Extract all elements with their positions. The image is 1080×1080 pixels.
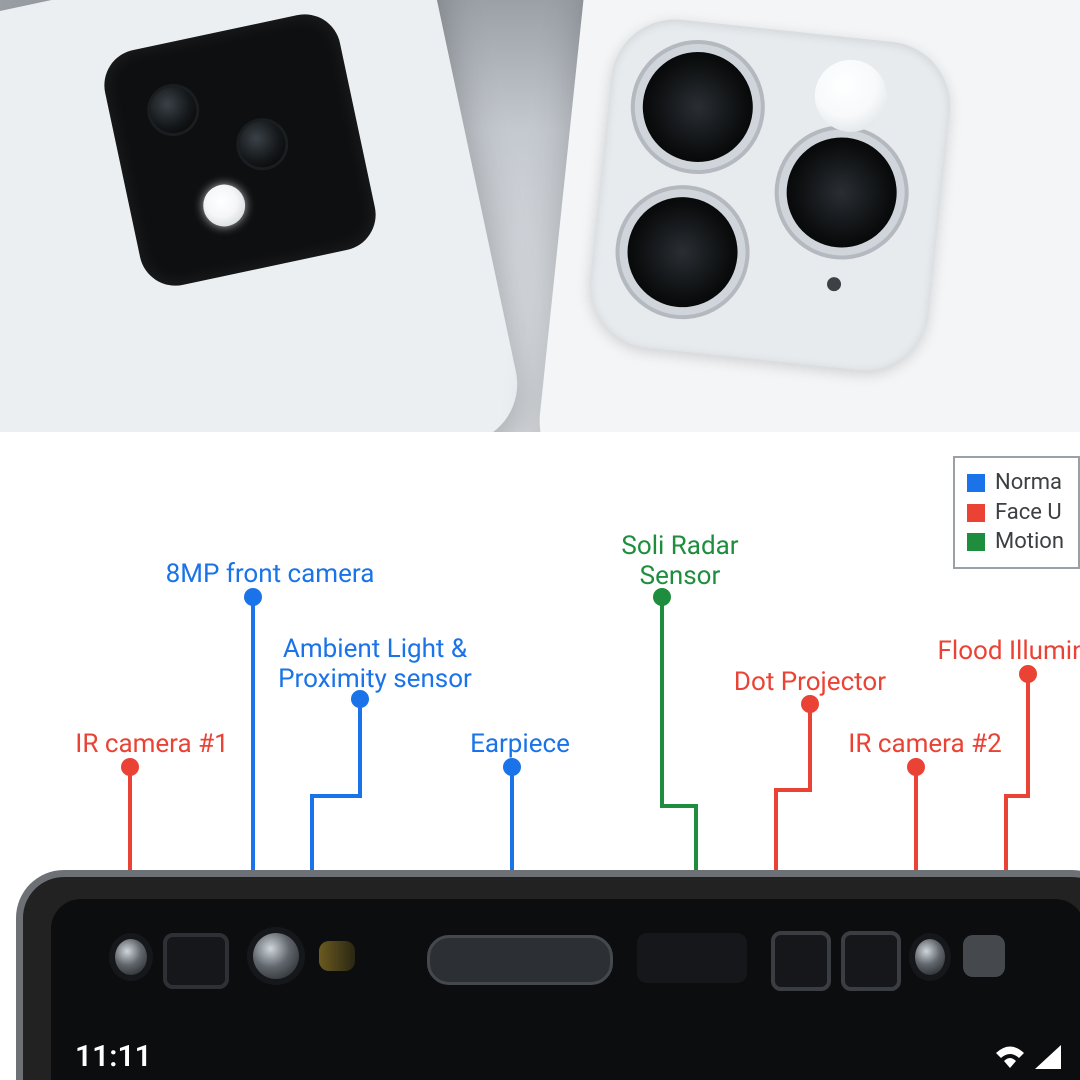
pixel-camera-module <box>98 8 383 293</box>
phone-top-bezel: 11:11 <box>16 870 1080 1080</box>
iphone-camera-module <box>584 13 957 377</box>
status-icons <box>995 1045 1061 1069</box>
leader-soli <box>662 603 696 870</box>
sensor-flood-illuminator <box>963 935 1005 977</box>
sensor-ir2 <box>909 933 951 981</box>
leader-flood <box>1006 680 1028 870</box>
wifi-icon <box>995 1045 1025 1069</box>
callout-soli: Soli RadarSensor <box>590 532 770 592</box>
iphone-lens-3 <box>781 132 902 253</box>
status-time: 11:11 <box>75 1039 152 1074</box>
dot-flood <box>1019 665 1037 683</box>
pixel-lens-2 <box>235 117 290 172</box>
iphone-flash <box>811 56 890 135</box>
iphone-lens-1 <box>637 47 758 168</box>
sensor-cluster-frame <box>841 931 901 991</box>
sensor-ir1-frame <box>163 933 229 989</box>
top-divider <box>0 432 1080 440</box>
pixel-lens-1 <box>146 83 201 138</box>
status-bar: 11:11 <box>75 1039 1061 1074</box>
dot-ir1 <box>121 758 139 776</box>
dot-ir2 <box>907 758 925 776</box>
signal-icon <box>1035 1045 1061 1069</box>
bezel-inner: 11:11 <box>51 899 1080 1080</box>
dot-ear <box>503 758 521 776</box>
iphone-mic <box>826 276 841 291</box>
sensor-earpiece <box>427 935 613 985</box>
iphone-lens-2 <box>622 192 743 313</box>
sensor-soli-radar <box>637 933 747 983</box>
hero-photo-composite <box>0 0 1080 432</box>
sensor-diagram: Norma Face U Motion IR camera #18MP fron… <box>0 440 1080 1080</box>
callout-ir1: IR camera #1 <box>52 730 252 760</box>
sensor-ambient-prox <box>319 941 355 971</box>
pixel-flash <box>199 181 249 231</box>
callout-flood: Flood Illumin <box>912 637 1080 667</box>
leader-amb <box>312 705 360 870</box>
callout-amb: Ambient Light &Proximity sensor <box>255 635 495 695</box>
callout-ear: Earpiece <box>460 730 580 760</box>
callout-front8: 8MP front camera <box>140 560 400 590</box>
callout-ir2: IR camera #2 <box>830 730 1020 760</box>
callout-dot: Dot Projector <box>720 668 900 698</box>
sensor-dot-projector <box>771 931 831 991</box>
dot-front8 <box>244 588 262 606</box>
leader-dot <box>776 710 810 870</box>
sensor-front-camera <box>247 927 305 985</box>
sensor-ir1 <box>109 933 153 981</box>
